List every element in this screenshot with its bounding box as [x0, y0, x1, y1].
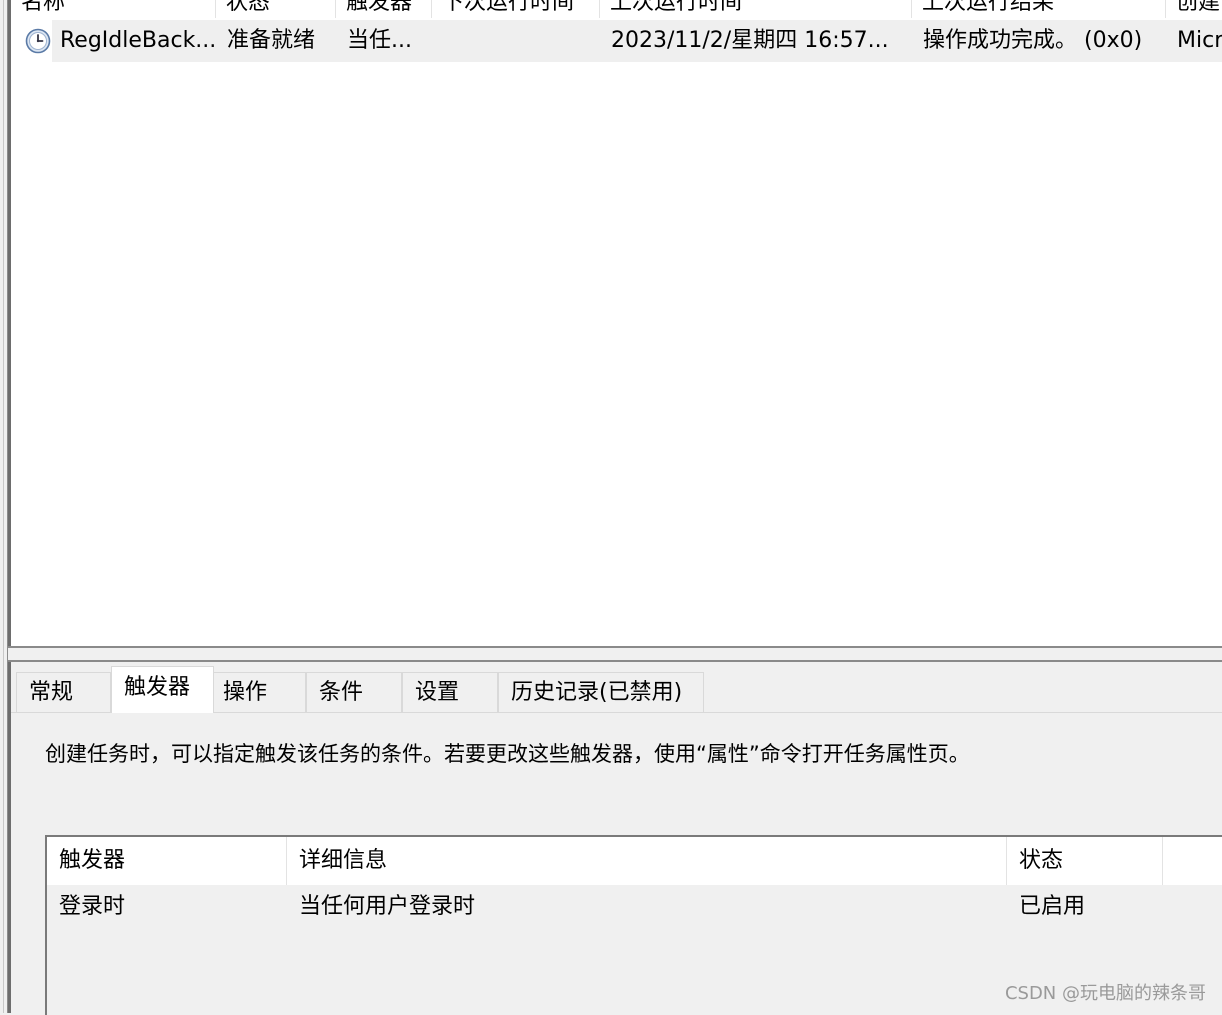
column-header-author[interactable]: 创建	[1166, 0, 1222, 18]
tab-conditions[interactable]: 条件	[306, 672, 402, 712]
task-status-cell: 准备就绪	[227, 28, 316, 53]
task-last-result-cell: 操作成功完成。 (0x0)	[923, 28, 1143, 53]
trigger-type-cell: 登录时	[59, 894, 126, 919]
triggers-tab-content: 创建任务时，可以指定触发该任务的条件。若要更改这些触发器，使用“属性”命令打开任…	[11, 712, 1222, 1015]
trigger-details-cell: 当任何用户登录时	[299, 894, 476, 919]
task-next-run-cell	[439, 20, 601, 62]
task-list: 名称 状态 触发器 下次运行时间 上次运行时间 上次运行结果 创建 RegIdl…	[8, 0, 1222, 646]
column-header-trigger[interactable]: 触发器	[336, 0, 432, 18]
left-splitter-edge[interactable]	[0, 0, 8, 1013]
tab-settings[interactable]: 设置	[402, 672, 498, 712]
column-header-trigger-status[interactable]: 状态	[1007, 837, 1163, 885]
task-list-header: 名称 状态 触发器 下次运行时间 上次运行时间 上次运行结果 创建	[11, 0, 1222, 18]
task-name-cell: RegIdleBack...	[60, 28, 217, 53]
triggers-description: 创建任务时，可以指定触发该任务的条件。若要更改这些触发器，使用“属性”命令打开任…	[45, 742, 970, 766]
table-row[interactable]: 登录时 当任何用户登录时 已启用	[47, 885, 1222, 929]
tab-actions[interactable]: 操作	[210, 672, 306, 712]
task-detail-pane: 常规 触发器 操作 条件 设置 历史记录(已禁用) 创建任务时，可以指定触发该任…	[8, 662, 1222, 1015]
tab-general[interactable]: 常规	[16, 672, 111, 712]
trigger-status-cell: 已启用	[1019, 894, 1086, 919]
column-header-last-result[interactable]: 上次运行结果	[912, 0, 1166, 18]
column-header-details[interactable]: 详细信息	[287, 837, 1007, 885]
detail-tabs: 常规 触发器 操作 条件 设置 历史记录(已禁用)	[16, 666, 1221, 713]
tab-history[interactable]: 历史记录(已禁用)	[498, 672, 704, 712]
column-header-next-run[interactable]: 下次运行时间	[432, 0, 600, 18]
task-trigger-cell: 当任...	[347, 28, 412, 53]
triggers-table-header: 触发器 详细信息 状态	[47, 837, 1222, 885]
column-header-name[interactable]: 名称	[11, 0, 216, 18]
column-header-trigger-type[interactable]: 触发器	[47, 837, 287, 885]
tab-triggers[interactable]: 触发器	[111, 666, 214, 713]
task-row[interactable]: RegIdleBack... 准备就绪 当任... 2023/11/2/星期四 …	[11, 20, 1222, 62]
task-last-run-cell: 2023/11/2/星期四 16:57...	[611, 28, 889, 53]
column-header-status[interactable]: 状态	[216, 0, 336, 18]
column-header-last-run[interactable]: 上次运行时间	[600, 0, 912, 18]
clock-icon	[25, 28, 51, 54]
watermark: CSDN @玩电脑的辣条哥	[1004, 983, 1206, 1004]
task-author-cell: Micr	[1177, 28, 1222, 53]
pane-splitter[interactable]	[8, 646, 1222, 662]
